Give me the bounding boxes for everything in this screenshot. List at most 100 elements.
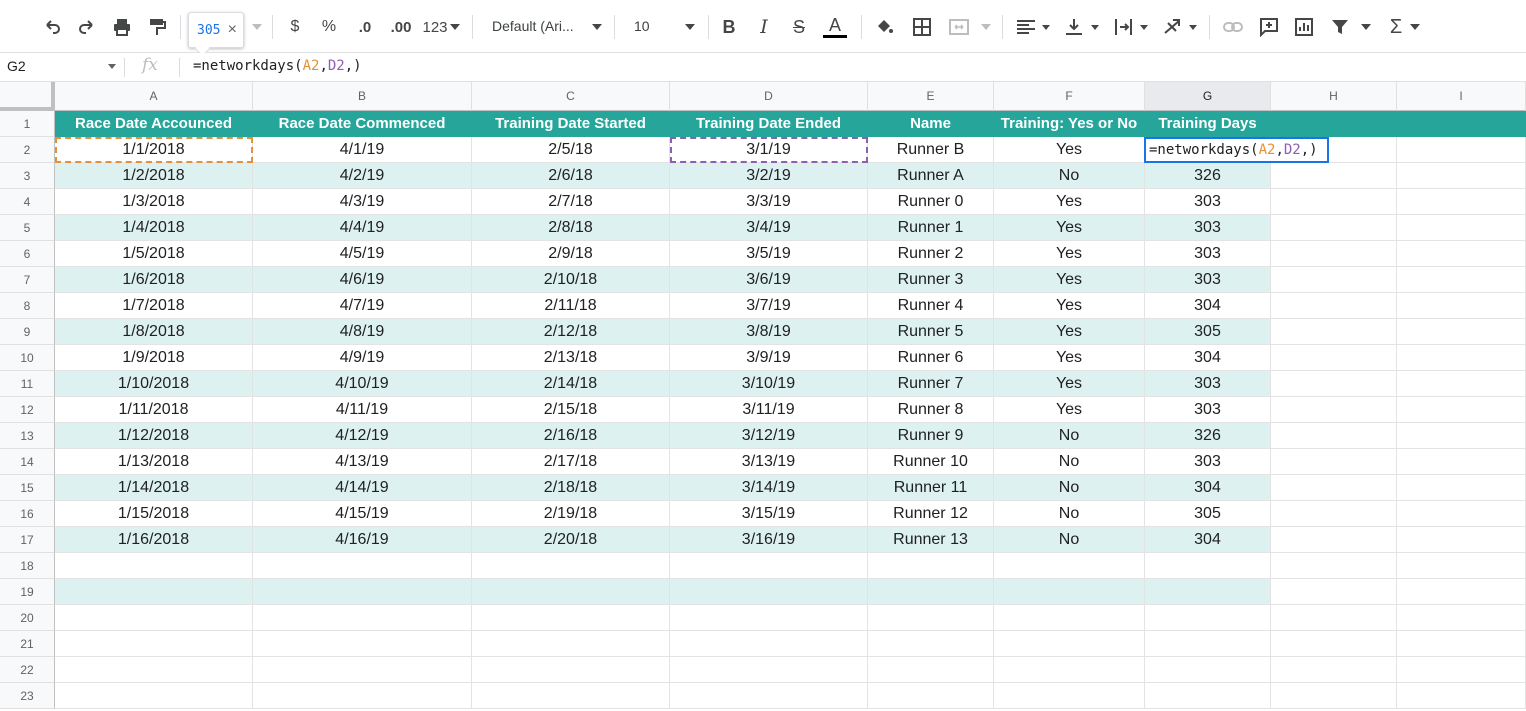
cell-h21[interactable] xyxy=(1271,631,1397,657)
cell-d8[interactable]: 3/7/19 xyxy=(670,293,868,319)
cell-i16[interactable] xyxy=(1397,501,1526,527)
cell-f2[interactable]: Yes xyxy=(994,137,1145,163)
cell-b17[interactable]: 4/16/19 xyxy=(253,527,472,553)
strikethrough-icon[interactable]: S xyxy=(788,10,810,44)
cell-i2[interactable] xyxy=(1397,137,1526,163)
column-header-i[interactable]: I xyxy=(1397,82,1526,111)
cell-a15[interactable]: 1/14/2018 xyxy=(55,475,253,501)
cell-f16[interactable]: No xyxy=(994,501,1145,527)
cell-g20[interactable] xyxy=(1145,605,1271,631)
column-header-c[interactable]: C xyxy=(472,82,670,111)
cell-f5[interactable]: Yes xyxy=(994,215,1145,241)
row-header-1[interactable]: 1 xyxy=(0,111,55,137)
cell-c14[interactable]: 2/17/18 xyxy=(472,449,670,475)
cell-b4[interactable]: 4/3/19 xyxy=(253,189,472,215)
cell-i22[interactable] xyxy=(1397,657,1526,683)
cell-d14[interactable]: 3/13/19 xyxy=(670,449,868,475)
cell-c21[interactable] xyxy=(472,631,670,657)
cell-c19[interactable] xyxy=(472,579,670,605)
cell-d18[interactable] xyxy=(670,553,868,579)
cell-f1[interactable]: Training: Yes or No xyxy=(994,111,1145,137)
cell-a3[interactable]: 1/2/2018 xyxy=(55,163,253,189)
cell-b23[interactable] xyxy=(253,683,472,709)
cell-a16[interactable]: 1/15/2018 xyxy=(55,501,253,527)
column-header-d[interactable]: D xyxy=(670,82,868,111)
cell-f7[interactable]: Yes xyxy=(994,267,1145,293)
row-header-22[interactable]: 22 xyxy=(0,657,55,683)
cell-i3[interactable] xyxy=(1397,163,1526,189)
column-header-e[interactable]: E xyxy=(868,82,994,111)
cell-f20[interactable] xyxy=(994,605,1145,631)
cell-a5[interactable]: 1/4/2018 xyxy=(55,215,253,241)
cell-i13[interactable] xyxy=(1397,423,1526,449)
cell-b7[interactable]: 4/6/19 xyxy=(253,267,472,293)
cell-e11[interactable]: Runner 7 xyxy=(868,371,994,397)
cell-g22[interactable] xyxy=(1145,657,1271,683)
cell-f6[interactable]: Yes xyxy=(994,241,1145,267)
cell-d4[interactable]: 3/3/19 xyxy=(670,189,868,215)
cell-d13[interactable]: 3/12/19 xyxy=(670,423,868,449)
cell-h6[interactable] xyxy=(1271,241,1397,267)
cell-a21[interactable] xyxy=(55,631,253,657)
cell-b13[interactable]: 4/12/19 xyxy=(253,423,472,449)
vertical-align-icon[interactable] xyxy=(1061,10,1103,44)
cell-i6[interactable] xyxy=(1397,241,1526,267)
cell-f8[interactable]: Yes xyxy=(994,293,1145,319)
cell-b15[interactable]: 4/14/19 xyxy=(253,475,472,501)
cell-e7[interactable]: Runner 3 xyxy=(868,267,994,293)
cell-h7[interactable] xyxy=(1271,267,1397,293)
comment-icon[interactable] xyxy=(1256,10,1282,44)
cell-f18[interactable] xyxy=(994,553,1145,579)
cell-i17[interactable] xyxy=(1397,527,1526,553)
row-header-18[interactable]: 18 xyxy=(0,553,55,579)
cell-editor-g2[interactable]: =networkdays(A2, D2,) xyxy=(1144,137,1329,163)
cell-e20[interactable] xyxy=(868,605,994,631)
cell-d15[interactable]: 3/14/19 xyxy=(670,475,868,501)
horizontal-align-icon[interactable] xyxy=(1012,10,1054,44)
row-header-19[interactable]: 19 xyxy=(0,579,55,605)
cell-b2[interactable]: 4/1/19 xyxy=(253,137,472,163)
cell-b10[interactable]: 4/9/19 xyxy=(253,345,472,371)
cell-d23[interactable] xyxy=(670,683,868,709)
cell-f11[interactable]: Yes xyxy=(994,371,1145,397)
chevron-down-icon[interactable] xyxy=(684,10,696,44)
cell-a1[interactable]: Race Date Accounced xyxy=(55,111,253,137)
print-icon[interactable] xyxy=(108,10,136,44)
cell-a2[interactable]: 1/1/2018 xyxy=(55,137,253,163)
cell-a4[interactable]: 1/3/2018 xyxy=(55,189,253,215)
cell-h10[interactable] xyxy=(1271,345,1397,371)
cell-g10[interactable]: 304 xyxy=(1145,345,1271,371)
cell-g21[interactable] xyxy=(1145,631,1271,657)
chevron-down-icon[interactable] xyxy=(1360,10,1372,44)
cell-g16[interactable]: 305 xyxy=(1145,501,1271,527)
functions-icon[interactable]: Σ xyxy=(1385,10,1407,44)
cell-f15[interactable]: No xyxy=(994,475,1145,501)
cell-g6[interactable]: 303 xyxy=(1145,241,1271,267)
cell-e2[interactable]: Runner B xyxy=(868,137,994,163)
cell-b14[interactable]: 4/13/19 xyxy=(253,449,472,475)
cell-d17[interactable]: 3/16/19 xyxy=(670,527,868,553)
row-header-12[interactable]: 12 xyxy=(0,397,55,423)
cell-i21[interactable] xyxy=(1397,631,1526,657)
cell-g3[interactable]: 326 xyxy=(1145,163,1271,189)
row-header-17[interactable]: 17 xyxy=(0,527,55,553)
cell-h19[interactable] xyxy=(1271,579,1397,605)
currency-icon[interactable]: $ xyxy=(284,10,306,44)
cell-i19[interactable] xyxy=(1397,579,1526,605)
cell-b19[interactable] xyxy=(253,579,472,605)
redo-icon[interactable] xyxy=(73,10,101,44)
cell-e6[interactable]: Runner 2 xyxy=(868,241,994,267)
cell-a22[interactable] xyxy=(55,657,253,683)
chevron-down-icon[interactable] xyxy=(108,64,116,69)
cell-c1[interactable]: Training Date Started xyxy=(472,111,670,137)
merge-cells-icon[interactable] xyxy=(945,10,973,44)
cell-e9[interactable]: Runner 5 xyxy=(868,319,994,345)
row-header-20[interactable]: 20 xyxy=(0,605,55,631)
cell-f19[interactable] xyxy=(994,579,1145,605)
cell-d12[interactable]: 3/11/19 xyxy=(670,397,868,423)
row-header-23[interactable]: 23 xyxy=(0,683,55,709)
chevron-down-icon[interactable] xyxy=(449,10,461,44)
link-icon[interactable] xyxy=(1220,10,1246,44)
cell-f13[interactable]: No xyxy=(994,423,1145,449)
cell-g11[interactable]: 303 xyxy=(1145,371,1271,397)
